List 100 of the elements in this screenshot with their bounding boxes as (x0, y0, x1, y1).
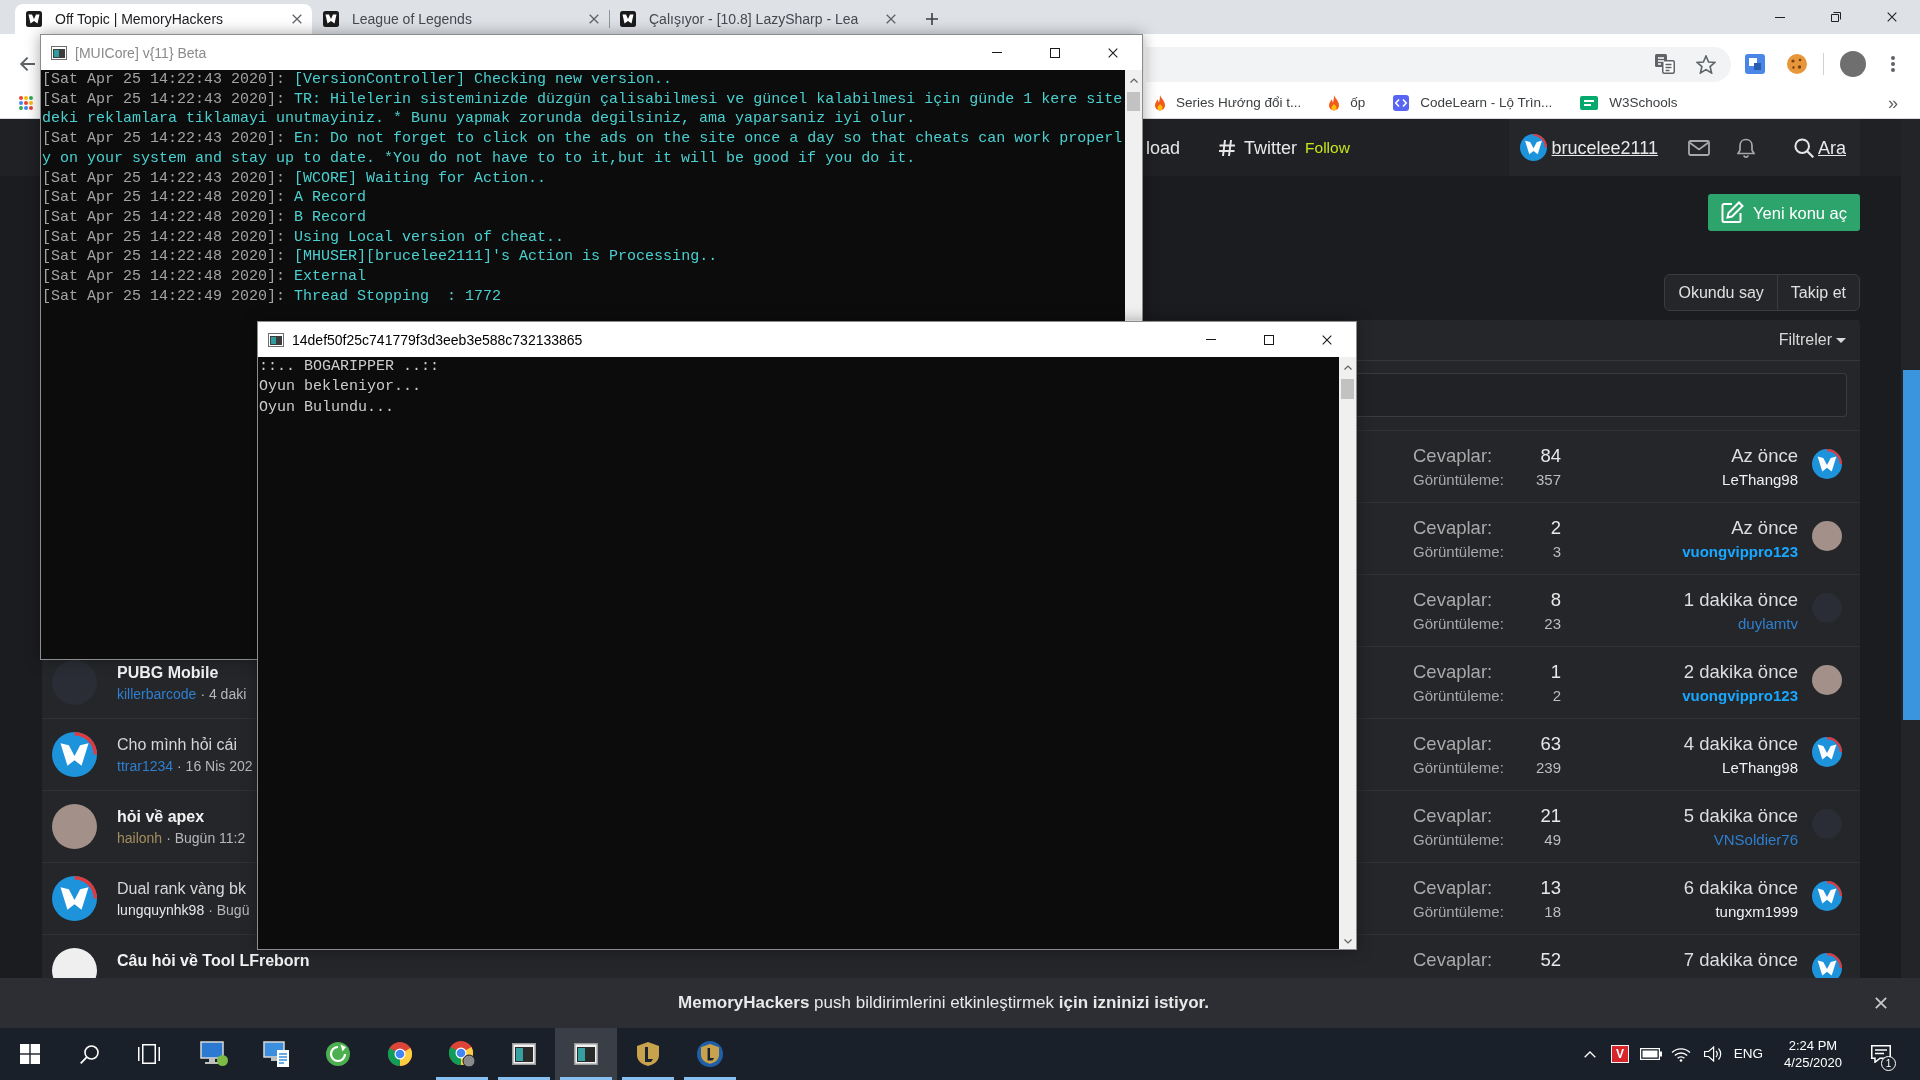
author-link[interactable]: hailonh (117, 829, 163, 847)
last-poster-link[interactable]: LeThang98 (1722, 758, 1798, 778)
last-poster-link[interactable]: vuongvippro123 (1682, 542, 1798, 562)
logo-avatar-icon[interactable] (52, 732, 97, 777)
color-wheel-icon (449, 1041, 475, 1067)
close-icon[interactable] (292, 14, 302, 24)
caret-down-icon[interactable] (1343, 939, 1352, 944)
last-poster-link[interactable]: VNSoldier76 (1713, 830, 1798, 850)
logo-avatar-icon[interactable] (1519, 134, 1547, 161)
author-link[interactable]: ttrar1234 (117, 757, 174, 775)
scrollbar-thumb[interactable] (1127, 92, 1140, 111)
replies-count: 52 (1540, 949, 1561, 971)
console-line: [Sat Apr 25 14:22:43 2020]: [VersionController] Checking new version.. (42, 70, 673, 90)
bookmark[interactable]: W3Schools (1580, 94, 1678, 112)
last-post-time[interactable]: Az önce (1731, 517, 1798, 539)
plus-icon[interactable] (926, 13, 938, 25)
logo-avatar-icon[interactable] (1812, 737, 1842, 767)
more-menu-icon[interactable] (1891, 56, 1895, 72)
close-icon[interactable] (1887, 12, 1897, 22)
toolbar-button[interactable]: Okundu say (1664, 274, 1778, 311)
console-line: [Sat Apr 25 14:22:48 2020]: [MHUSER][brucelee2111]'s Action is Processing.. (42, 247, 718, 268)
minimize-icon[interactable] (1775, 16, 1785, 18)
thread-title[interactable]: Dual rank vàng bk (117, 879, 246, 899)
browser-tab[interactable]: Çalışıyor - [10.8] LazySharp - Lea (609, 4, 906, 34)
user-menu-link[interactable]: brucelee2111 (1519, 134, 1658, 161)
filter-button[interactable]: Filtreler (1778, 330, 1846, 350)
close-icon[interactable] (1108, 47, 1118, 58)
nav-link[interactable]: Twitter Follow (1218, 136, 1350, 159)
replies-label: Cevaplar: (1413, 805, 1493, 827)
console-icon (51, 45, 67, 60)
star-icon[interactable] (1696, 54, 1716, 74)
battery-icon[interactable] (1639, 1048, 1662, 1060)
thread-title[interactable]: PUBG Mobile (117, 663, 219, 683)
taskbar-button[interactable] (555, 1028, 617, 1080)
input-field[interactable] (1357, 373, 1847, 417)
replies-count: 2 (1550, 517, 1561, 539)
speaker-icon[interactable] (1703, 1046, 1722, 1062)
logo-avatar-icon[interactable] (1812, 881, 1842, 911)
cookie-icon[interactable] (1787, 54, 1807, 74)
maximize-icon[interactable] (1050, 47, 1060, 58)
chevron-up-icon[interactable] (1583, 1050, 1596, 1058)
browser-tab[interactable]: League of Legends (312, 4, 609, 34)
tile-icon[interactable] (1745, 54, 1765, 74)
apps-grid-icon[interactable] (19, 96, 33, 110)
author-link[interactable]: lungquynhk98 (117, 901, 205, 919)
scrollbar-thumb[interactable] (1903, 370, 1920, 720)
search-button[interactable]: Ara (1794, 136, 1846, 159)
bookmark[interactable]: CodeLearn - Lộ Trìn... (1393, 94, 1553, 112)
last-poster-link[interactable]: duylamtv (1737, 614, 1798, 634)
toolbar-button[interactable]: Takip et (1776, 274, 1860, 311)
notification-message: MemoryHackers push bildirimlerini etkinleştirmek için izninizi istiyor. (678, 992, 1209, 1014)
replies-label: Cevaplar: (1413, 949, 1493, 971)
hash-icon (1218, 138, 1237, 157)
thread-title[interactable]: Cho mình hỏi cái (117, 735, 238, 755)
shield-icon (637, 1042, 659, 1066)
last-post-time[interactable]: 1 dakika önce (1683, 589, 1798, 611)
replies-label: Cevaplar: (1413, 661, 1493, 683)
thread-title[interactable]: hỏi về apex (117, 807, 205, 827)
bell-icon[interactable] (1737, 137, 1755, 158)
author-link[interactable]: killerbarcode (117, 685, 197, 703)
last-post-time[interactable]: 2 dakika önce (1683, 661, 1798, 683)
notification-count: 1 (1881, 1056, 1896, 1071)
replies-label: Cevaplar: (1413, 733, 1493, 755)
mail-icon[interactable] (1688, 139, 1710, 156)
last-poster-link[interactable]: tungxm1999 (1715, 902, 1798, 922)
bookmark[interactable]: ốp (1329, 94, 1366, 112)
browser-tab[interactable]: Off Topic | MemoryHackers (15, 4, 312, 34)
logo-avatar-icon[interactable] (52, 876, 97, 921)
pages-icon[interactable] (1655, 54, 1675, 74)
caret-up-icon[interactable] (1129, 78, 1138, 83)
task-view-icon[interactable] (138, 1044, 160, 1064)
caret-up-icon[interactable] (1343, 365, 1352, 370)
clock-time[interactable]: 2:24 PM (1788, 1037, 1838, 1054)
address-field[interactable] (1146, 46, 1731, 82)
scrollbar-thumb[interactable] (1341, 379, 1354, 399)
nav-link[interactable]: load (1146, 136, 1181, 159)
language-indicator[interactable]: ENG (1733, 1046, 1764, 1062)
last-post-time[interactable]: 5 dakika önce (1683, 805, 1798, 827)
last-post-time[interactable]: 7 dakika önce (1683, 949, 1798, 971)
search-icon[interactable] (79, 1044, 99, 1064)
logo-avatar-icon[interactable] (1812, 449, 1842, 479)
flame-icon (1155, 95, 1165, 111)
last-poster-link[interactable]: LeThang98 (1722, 470, 1798, 490)
windows-logo-icon[interactable] (20, 1044, 40, 1064)
last-poster-link[interactable]: vuongvippro123 (1682, 686, 1798, 706)
maximize-icon[interactable] (1264, 334, 1274, 345)
last-post-time[interactable]: 4 dakika önce (1683, 733, 1798, 755)
restore-icon[interactable] (1831, 12, 1841, 22)
more-bookmarks-button[interactable]: » (1888, 93, 1898, 113)
close-icon[interactable] (1322, 334, 1332, 345)
console-line: [Sat Apr 25 14:22:48 2020]: B Record (42, 207, 367, 228)
clock-date[interactable]: 4/25/2020 (1784, 1054, 1842, 1071)
bookmark[interactable]: Series Hướng đổi t... (1155, 94, 1302, 112)
last-post-time[interactable]: Az önce (1731, 445, 1798, 467)
wifi-icon[interactable] (1670, 1046, 1691, 1062)
thread-title[interactable]: Câu hỏi về Tool LFreborn (117, 951, 310, 971)
replies-count: 1 (1550, 661, 1561, 683)
back-arrow-icon[interactable] (19, 56, 35, 72)
tray-app-button[interactable]: V (1611, 1045, 1629, 1063)
last-post-time[interactable]: 6 dakika önce (1683, 877, 1798, 899)
